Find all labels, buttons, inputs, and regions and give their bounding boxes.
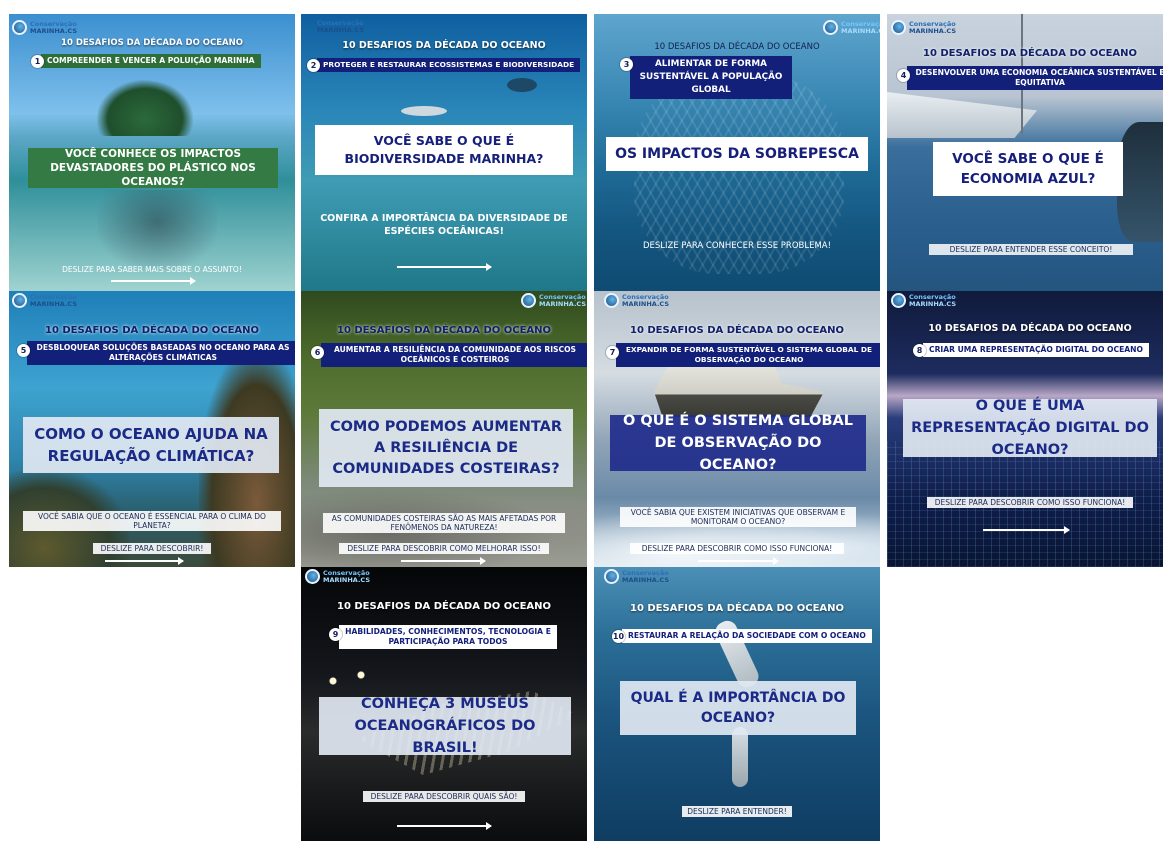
post-card-8[interactable]: Conservação MARINHA.CS 10 DESAFIOS DA DÉC… [887,291,1163,567]
cta-text: DESLIZE PARA DESCOBRIR COMO ISSO FUNCION… [927,497,1133,508]
challenge-label: 9 HABILIDADES, CONHECIMENTOS, TECNOLOGIA… [329,625,557,649]
swipe-arrow [397,263,492,271]
swipe-arrow [105,557,184,565]
brand-logo: ConservaçãoMARINHA.CS [12,293,77,308]
plastic-bag-image [97,190,217,270]
swipe-arrow [397,822,492,830]
brand-logo: ConservaçãoMARINHA.CS [604,569,669,584]
challenge-label: 7 EXPANDIR DE FORMA SUSTENTÁVEL O SISTEM… [606,343,880,367]
cta-text: DESLIZE PARA DESCOBRIR COMO ISSO FUNCION… [630,543,844,554]
challenge-label: 4 DESENVOLVER UMA ECONOMIA OCEÂNICA SUST… [897,66,1163,90]
post-card-9[interactable]: Conservação MARINHA.CS 10 DESAFIOS DA DÉC… [301,567,587,841]
series-title: 10 DESAFIOS DA DÉCADA DO OCEANO [629,325,845,336]
series-title: 10 DESAFIOS DA DÉCADA DO OCEANO [654,42,820,52]
series-title: 10 DESAFIOS DA DÉCADA DO OCEANO [44,325,260,336]
series-title: 10 DESAFIOS DA DÉCADA DO OCEANO [922,48,1138,59]
rock-image [1117,122,1163,242]
challenge-label: 3 ALIMENTAR DE FORMA SUSTENTÁVEL A POPUL… [620,56,792,99]
question-box: O QUE É O SISTEMA GLOBAL DE OBSERVAÇÃO D… [610,413,866,473]
post-card-2[interactable]: Conservação MARINHA.CS 10 DESAFIOS DA DÉC… [301,14,587,291]
post-card-6[interactable]: Conservação MARINHA.CS 10 DESAFIOS DA DÉC… [301,291,587,567]
question-box: VOCÊ CONHECE OS IMPACTOS DEVASTADORES DO… [28,148,278,188]
swipe-arrow [698,557,779,565]
challenge-label: 1 COMPREENDER E VENCER A POLUIÇÃO MARINH… [31,54,261,68]
challenge-label: 6 AUMENTAR A RESILIÊNCIA DA COMUNIDADE A… [311,343,587,367]
brand-logo: ConservaçãoMARINHA.CS [521,293,586,308]
series-title: 10 DESAFIOS DA DÉCADA DO OCEANO [336,325,552,336]
brand-logo: ConservaçãoMARINHA.CS [305,569,370,584]
series-title: 10 DESAFIOS DA DÉCADA DO OCEANO [629,603,845,614]
question-box: QUAL É A IMPORTÂNCIA DO OCEANO? [620,681,856,735]
brand-logo: ConservaçãoMARINHA.CS [12,20,77,35]
challenge-label: 10 RESTAURAR A RELAÇÃO DA SOCIEDADE COM … [612,629,872,643]
question-box: VOCÊ SABE O QUE É BIODIVERSIDADE MARINHA… [315,125,573,175]
cta-text: DESLIZE PARA DESCOBRIR COMO MELHORAR ISS… [339,543,549,554]
question-box: OS IMPACTOS DA SOBREPESCA [606,137,868,171]
subtext: CONFIRA A IMPORTÂNCIA DA DIVERSIDADE DE … [320,213,568,237]
cta-text: DESLIZE PARA DESCOBRIR QUAIS SÃO! [363,791,525,802]
question-box: VOCÊ SABE O QUE É ECONOMIA AZUL? [933,142,1123,196]
cta-text: DESLIZE PARA DESCOBRIR! [93,543,211,554]
cta-text: DESLIZE PARA CONHECER ESSE PROBLEMA! [642,241,832,251]
question-box: COMO O OCEANO AJUDA NA REGULAÇÃO CLIMÁTI… [23,417,279,473]
shark-image [401,106,447,116]
post-card-1[interactable]: Conservação MARINHA.CS 10 DESAFIOS DA DÉC… [9,14,295,291]
question-box: COMO PODEMOS AUMENTAR A RESILIÊNCIA DE C… [319,409,573,487]
series-title: 10 DESAFIOS DA DÉCADA DO OCEANO [928,323,1132,334]
brand-logo: ConservaçãoMARINHA.CS [604,293,669,308]
series-title: 10 DESAFIOS DA DÉCADA DO OCEANO [336,601,552,612]
cta-text: DESLIZE PARA SABER MAIS SOBRE O ASSUNTO! [62,265,242,274]
brand-logo: ConservaçãoMARINHA.CS [891,293,956,308]
diver-image-2 [732,727,748,787]
challenge-label: 2 PROTEGER E RESTAURAR ECOSSISTEMAS E BI… [307,58,581,72]
shark-image-2 [507,78,537,92]
post-card-5[interactable]: Conservação MARINHA.CS 10 DESAFIOS DA DÉC… [9,291,295,567]
brand-logo: ConservaçãoMARINHA.CS [823,20,880,35]
challenge-label: 5 DESBLOQUEAR SOLUÇÕES BASEADAS NO OCEAN… [17,341,295,365]
cta-text: DESLIZE PARA ENTENDER! [682,806,792,817]
challenge-label: 8 CRIAR UMA REPRESENTAÇÃO DIGITAL DO OCE… [913,343,1149,357]
series-title: 10 DESAFIOS DA DÉCADA DO OCEANO [61,38,243,48]
post-card-3[interactable]: ConservaçãoMARINHA.CS 10 DESAFIOS DA DÉC… [594,14,880,291]
post-card-7[interactable]: Conservação MARINHA.CS 10 DESAFIOS DA DÉC… [594,291,880,567]
post-card-4[interactable]: Conservação MARINHA.CS 10 DESAFIOS DA DÉC… [887,14,1163,291]
brand-logo: ConservaçãoMARINHA.CS [317,19,364,34]
cta-text: DESLIZE PARA ENTENDER ESSE CONCEITO! [929,244,1133,255]
series-title: 10 DESAFIOS DA DÉCADA DO OCEANO [342,40,546,51]
question-box: CONHEÇA 3 MUSEUS OCEANOGRÁFICOS DO BRASI… [319,696,571,756]
swipe-arrow [111,277,196,285]
brand-logo: ConservaçãoMARINHA.CS [891,20,956,35]
swipe-arrow [983,526,1070,534]
post-card-10[interactable]: Conservação MARINHA.CS 10 DESAFIOS DA DÉC… [594,567,880,841]
info-text: AS COMUNIDADES COSTEIRAS SÃO AS MAIS AFE… [323,513,565,533]
info-text: VOCÊ SABIA QUE EXISTEM INICIATIVAS QUE O… [620,507,856,527]
swipe-arrow [401,557,486,565]
info-text: VOCÊ SABIA QUE O OCEANO É ESSENCIAL PARA… [23,511,281,531]
question-box: O QUE É UMA REPRESENTAÇÃO DIGITAL DO OCE… [903,398,1157,458]
